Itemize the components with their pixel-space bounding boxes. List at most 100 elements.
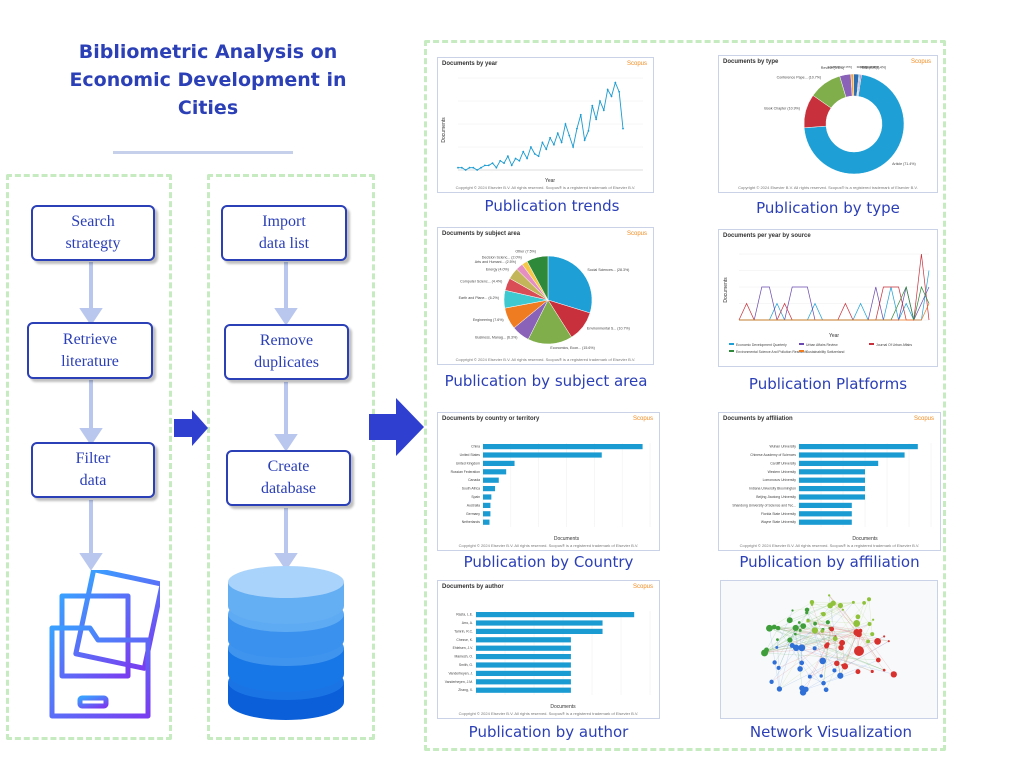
category-label: Vanderheyen, J. — [449, 671, 473, 675]
legend-label: Sustainability Switzerland — [806, 350, 845, 354]
bar — [476, 637, 571, 643]
bar — [483, 469, 507, 475]
slice-label: Article (71.4%) — [892, 162, 916, 166]
network-node — [800, 623, 807, 629]
bar-plot: Documents China United States United Kingdo… — [451, 443, 651, 542]
caption-publication-platforms: Publication Platforms — [748, 375, 908, 393]
arrowhead — [274, 434, 298, 452]
bar — [799, 494, 865, 500]
bar — [476, 654, 571, 660]
category-label: Florida State University — [761, 512, 796, 516]
legend-swatch — [799, 343, 804, 345]
network-node — [805, 611, 809, 615]
category-label: Shandong University of Science and Tec..… — [732, 503, 796, 507]
category-label: Ehlelsen, J.V. — [453, 646, 474, 650]
network-node — [882, 668, 886, 672]
scopus-label: Scopus — [632, 584, 653, 590]
network-node — [806, 619, 810, 623]
network-node — [874, 637, 881, 645]
bar — [799, 460, 879, 467]
category-label: South Africa — [462, 487, 480, 491]
remove-duplicates-box: Remove duplicates — [224, 324, 349, 380]
documents-by-author-chart: Documents by author Scopus Documents Rast… — [437, 580, 660, 719]
network-node — [819, 657, 827, 665]
network-node — [834, 660, 840, 667]
category-label: Vanderheyen, J.M. — [445, 680, 473, 684]
documents-by-year-chart: Documents by year Scopus Documents Year C… — [437, 57, 654, 193]
copyright-note: Copyright © 2024 Elsevier B.V. All right… — [458, 711, 639, 716]
network-node — [825, 620, 830, 625]
network-node — [797, 621, 801, 624]
series-line — [458, 81, 624, 171]
slice-label: Editorial (0.4%) — [862, 66, 887, 70]
create-database-box: Create database — [226, 450, 351, 506]
network-node — [875, 657, 881, 663]
legend-swatch — [799, 350, 804, 352]
network-node — [827, 602, 833, 609]
slice-label: Decision Scienc... (2.0%) — [482, 256, 522, 260]
network-node — [839, 639, 846, 646]
line-plot: Documents Year — [441, 77, 643, 184]
network-node — [798, 644, 806, 652]
network-node — [769, 679, 774, 684]
slice-label: Economics, Econ... (15.6%) — [550, 346, 594, 350]
network-node — [807, 674, 812, 679]
network-node — [838, 644, 844, 651]
bar — [483, 444, 643, 450]
category-label: China — [471, 445, 480, 449]
import-data-list-box: Import data list — [221, 205, 347, 261]
documents-by-affiliation-chart: Documents by affiliation Scopus Document… — [718, 412, 941, 551]
network-node — [883, 635, 886, 638]
bar — [799, 469, 865, 475]
bar — [799, 444, 918, 450]
category-label: Netherlands — [462, 520, 481, 524]
bar — [476, 612, 635, 618]
network-node — [862, 601, 866, 605]
scopus-label: Scopus — [626, 61, 647, 67]
network-node — [821, 680, 826, 686]
category-label: Chesve, K. — [456, 638, 473, 642]
caption-publication-by-country: Publication by Country — [463, 553, 634, 571]
scopus-label: Scopus — [626, 231, 647, 237]
documents-per-year-by-source-chart: Documents per year by source Documents Ye… — [718, 229, 938, 367]
caption-publication-by-author: Publication by author — [468, 723, 629, 741]
network-node — [794, 632, 797, 636]
network-node — [811, 627, 819, 634]
copyright-note: Copyright © 2024 Elsevier B.V. All right… — [455, 357, 636, 362]
network-node — [813, 621, 817, 626]
network-node — [870, 669, 874, 674]
network-node — [823, 687, 829, 693]
documents-by-country-chart: Documents by country or territory Scopus… — [437, 412, 660, 551]
network-node — [799, 660, 805, 666]
category-label: Smith, G. — [459, 663, 473, 667]
arrowhead — [274, 308, 298, 326]
y-axis-label: Documents — [441, 117, 447, 143]
legend-swatch — [729, 350, 734, 352]
bar — [476, 620, 603, 626]
bar — [799, 452, 905, 458]
pie-plot: Social Sciences... (28.3%) Environmental … — [459, 249, 630, 350]
category-label: Lomonosov University — [763, 478, 797, 482]
legend-label: Urban Affairs Review — [806, 343, 838, 347]
network-node — [776, 665, 781, 670]
category-label: Tamrin, R.C. — [454, 629, 473, 633]
network-node — [827, 594, 831, 597]
network-node — [829, 626, 835, 632]
network-node — [764, 650, 769, 654]
network-node — [771, 624, 777, 630]
network-node — [776, 686, 783, 692]
category-label: Cardiff University — [770, 461, 796, 465]
legend-label: Economic Development Quarterly — [736, 343, 787, 347]
network-node — [776, 638, 779, 641]
chart-title: Documents by subject area — [442, 231, 521, 237]
network-node — [766, 624, 773, 632]
bar — [799, 519, 852, 525]
bar — [476, 687, 571, 693]
x-axis-label: Year — [829, 333, 839, 339]
category-label: Russian Federation — [451, 470, 481, 474]
bar — [799, 502, 852, 509]
bar — [483, 477, 499, 483]
network-node — [812, 646, 817, 651]
network-background — [721, 581, 937, 718]
right-arrow-icon — [369, 398, 424, 456]
